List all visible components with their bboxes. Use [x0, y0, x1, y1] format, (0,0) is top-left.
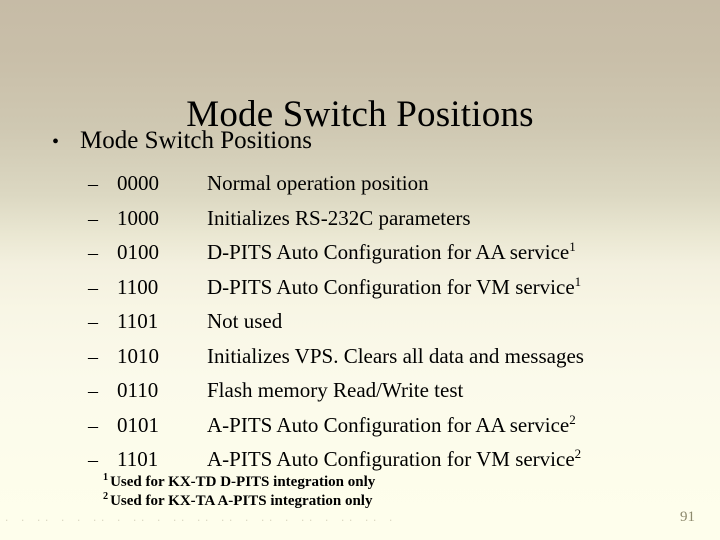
switch-description-text: A-PITS Auto Configuration for VM service: [207, 447, 575, 471]
dash-icon: –: [88, 276, 98, 299]
switch-code: 0000: [117, 171, 159, 195]
footnote-marker: 2: [569, 411, 576, 427]
dash-icon: –: [88, 311, 98, 333]
footnote-text: Used for KX-TA A-PITS integration only: [110, 492, 373, 509]
switch-code: 1000: [117, 205, 159, 230]
list-item: – 0000 Normal operation position: [88, 166, 688, 201]
slide-canvas: Mode Switch Positions • Mode Switch Posi…: [0, 0, 720, 540]
dash-icon: –: [88, 173, 98, 195]
list-item: – 1100 D-PITS Auto Configuration for VM …: [88, 270, 688, 305]
list-item: – 1101 A-PITS Auto Configuration for VM …: [88, 442, 688, 477]
switch-code: 1100: [117, 274, 159, 299]
switch-description-text: Initializes VPS. Clears all data and mes…: [207, 343, 584, 368]
list-item: – 0110 Flash memory Read/Write test: [88, 373, 688, 408]
switch-description-text: A-PITS Auto Configuration for AA service: [207, 412, 570, 437]
switch-code: 1101: [117, 447, 159, 471]
dash-icon: –: [88, 345, 98, 368]
switch-description: Not used: [207, 304, 282, 339]
switch-description: Initializes VPS. Clears all data and mes…: [207, 339, 584, 374]
dash-icon: –: [88, 242, 98, 264]
list-item: – 0100 D-PITS Auto Configuration for AA …: [88, 235, 688, 270]
page-number: 91: [680, 509, 695, 525]
list-item: – 1010 Initializes VPS. Clears all data …: [88, 339, 688, 374]
footnote-text: Used for KX-TD D-PITS integration only: [110, 474, 376, 490]
dash-icon: –: [88, 380, 98, 402]
dash-icon: –: [88, 207, 98, 230]
bottom-artifact-strip: · · ·· · · ·· · ·· · ·· ·· ·· · ·· · ·· …: [4, 516, 397, 526]
footnote-block: 1 Used for KX-TD D-PITS integration only …: [103, 472, 376, 511]
dash-icon: –: [88, 414, 98, 437]
switch-description: A-PITS Auto Configuration for AA service…: [207, 408, 576, 443]
switch-description: Flash memory Read/Write test: [207, 373, 463, 408]
bullet-item-level1: • Mode Switch Positions: [52, 126, 312, 157]
switch-description: A-PITS Auto Configuration for VM service…: [207, 442, 581, 477]
switch-code: 0101: [117, 412, 159, 437]
switch-code: 0100: [117, 240, 159, 264]
footnote-marker: 2: [574, 446, 582, 461]
switch-code: 1101: [117, 309, 159, 333]
switch-code: 0110: [117, 378, 159, 402]
switch-description: Initializes RS-232C parameters: [207, 201, 471, 236]
switch-description: D-PITS Auto Configuration for AA service…: [207, 235, 576, 270]
switch-description-text: D-PITS Auto Configuration for AA service: [207, 240, 570, 264]
footnote-marker: 1: [569, 239, 576, 254]
switch-description-text: Initializes RS-232C parameters: [207, 205, 471, 230]
switch-description-text: Flash memory Read/Write test: [207, 378, 464, 402]
footnote: 1 Used for KX-TD D-PITS integration only: [103, 472, 376, 492]
switch-description-text: Normal operation position: [207, 171, 429, 195]
list-item: – 0101 A-PITS Auto Configuration for AA …: [88, 408, 688, 443]
footnote-marker: 1: [574, 273, 582, 289]
list-item: – 1101 Not used: [88, 304, 688, 339]
switch-description: D-PITS Auto Configuration for VM service…: [207, 270, 581, 305]
bullet-item-level1-label: Mode Switch Positions: [80, 127, 312, 154]
list-item: – 1000 Initializes RS-232C parameters: [88, 201, 688, 236]
switch-description-text: Not used: [207, 309, 283, 333]
switch-description-text: D-PITS Auto Configuration for VM service: [207, 274, 575, 299]
switch-code: 1010: [117, 343, 159, 368]
footnote: 2 Used for KX-TA A-PITS integration only: [103, 491, 375, 511]
switch-description: Normal operation position: [207, 166, 429, 201]
bullet-point-icon: •: [52, 131, 60, 153]
mode-switch-list: – 0000 Normal operation position – 1000 …: [88, 166, 688, 477]
